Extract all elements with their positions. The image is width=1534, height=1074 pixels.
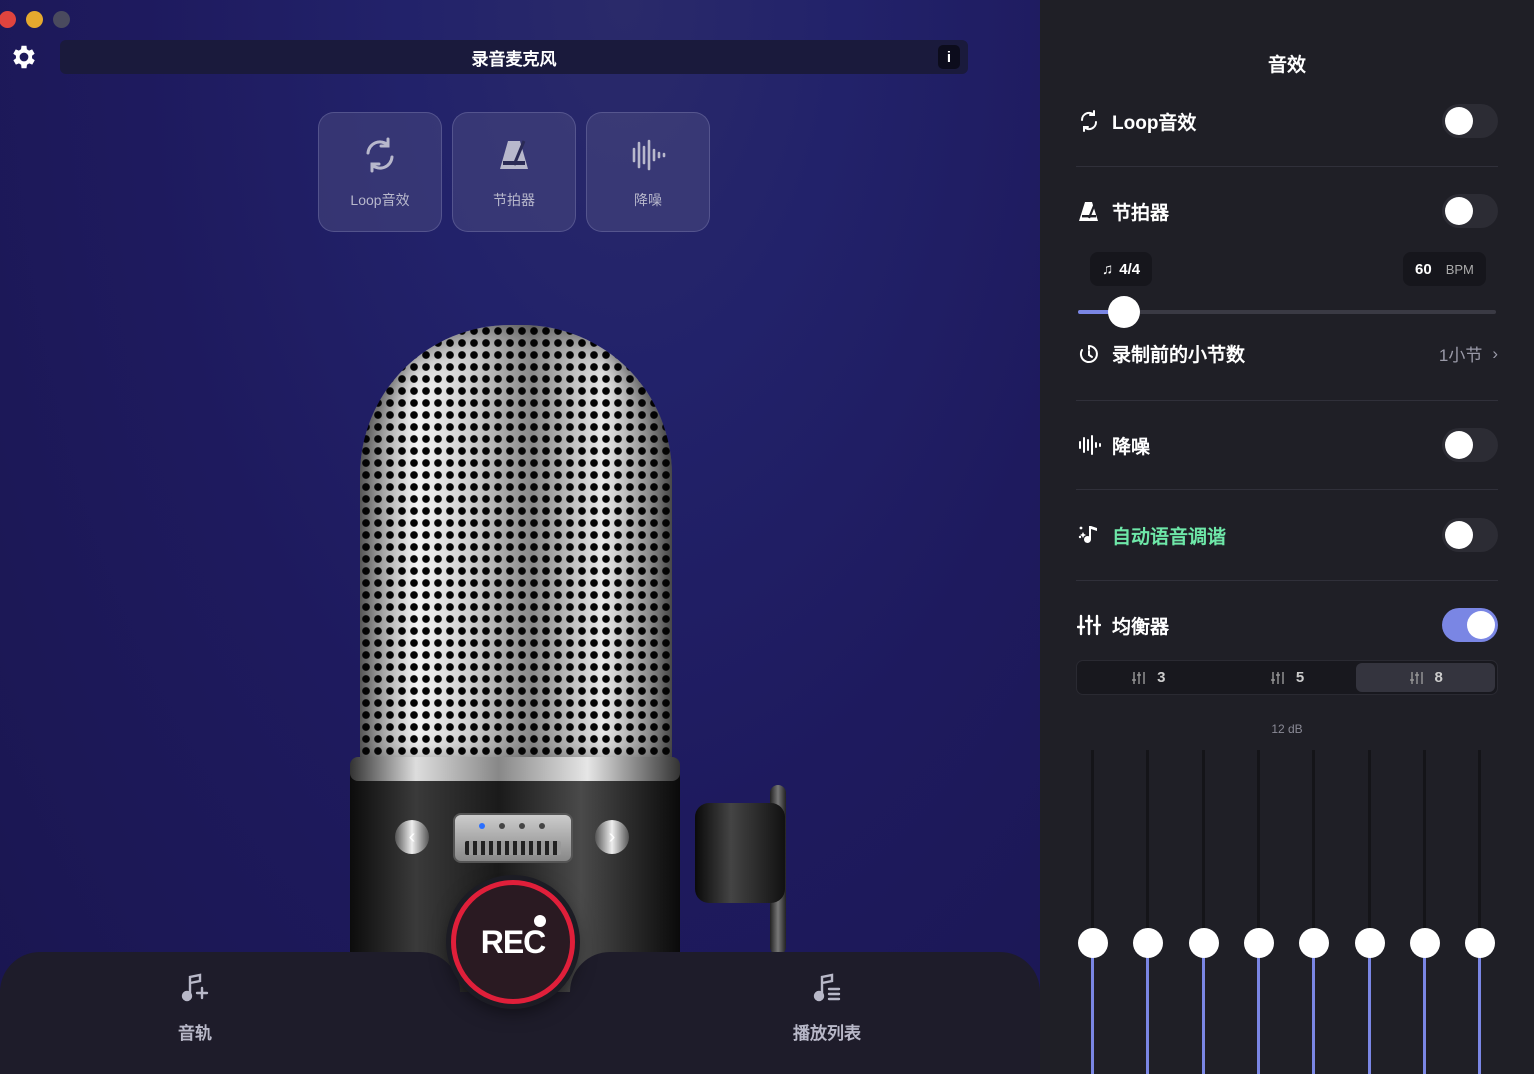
sparkle-note-icon	[1076, 522, 1102, 548]
eq-band-slider-5[interactable]	[1299, 750, 1330, 1074]
loop-label: Loop音效	[1112, 112, 1197, 134]
quick-loop-label: Loop音效	[350, 191, 410, 208]
eq-band-option-3[interactable]: 3	[1079, 663, 1218, 692]
eq-band-slider-2[interactable]	[1133, 750, 1164, 1074]
quick-noise-label: 降噪	[634, 191, 662, 208]
count-in-label: 录制前的小节数	[1112, 345, 1246, 366]
waveform-icon	[628, 135, 668, 178]
chevron-right-icon: ›	[1492, 343, 1498, 363]
mini-sliders-icon	[1270, 671, 1284, 684]
close-window-button[interactable]	[0, 11, 16, 28]
panel-title: 音效	[1267, 55, 1306, 76]
eq-band-slider-4[interactable]	[1243, 750, 1274, 1074]
eq-band-slider-3[interactable]	[1188, 750, 1219, 1074]
window-title: 录音麦克风	[471, 49, 557, 69]
quick-metronome-button[interactable]: 节拍器	[452, 112, 576, 232]
playlist-icon	[812, 972, 842, 1009]
loop-icon	[1076, 108, 1102, 134]
equalizer-toggle[interactable]	[1442, 608, 1498, 642]
window-controls	[0, 11, 70, 28]
eq-band-selector: 3 5 8	[1076, 660, 1498, 695]
music-note-add-icon	[180, 972, 210, 1009]
zoom-window-button[interactable]	[53, 11, 70, 28]
mini-sliders-icon	[1409, 671, 1423, 684]
loop-row: Loop音效	[1076, 104, 1498, 138]
count-in-row[interactable]: 录制前的小节数 1小节 ›	[1076, 340, 1498, 367]
metronome-row: 节拍器	[1076, 194, 1498, 228]
mic-band	[350, 757, 680, 781]
info-button[interactable]: i	[938, 45, 960, 69]
eq-band-option-5[interactable]: 5	[1218, 663, 1357, 692]
autotune-toggle[interactable]	[1442, 518, 1498, 552]
bpm-value: 60	[1415, 260, 1432, 278]
equalizer-sliders	[1078, 750, 1498, 1074]
count-in-value: 1小节	[1438, 346, 1483, 365]
tracks-label: 音轨	[178, 1024, 212, 1043]
title-bar: 录音麦克风 i	[60, 40, 968, 74]
eq-band-thumb[interactable]	[1078, 928, 1108, 959]
time-signature-value: 4/4	[1119, 260, 1141, 278]
noise-toggle[interactable]	[1442, 428, 1498, 462]
sliders-icon	[1076, 612, 1102, 638]
playlist-tab[interactable]: 播放列表	[793, 972, 861, 1044]
metronome-icon	[494, 135, 534, 178]
eq-band-thumb[interactable]	[1243, 928, 1274, 959]
timer-icon	[1076, 341, 1102, 367]
eq-band-slider-7[interactable]	[1409, 750, 1440, 1074]
noise-label: 降噪	[1112, 436, 1151, 458]
quick-effects: Loop音效 节拍器 降噪	[318, 112, 710, 232]
minimize-window-button[interactable]	[26, 11, 43, 28]
metronome-toggle[interactable]	[1442, 194, 1498, 228]
mic-display	[453, 813, 573, 863]
eq-band-thumb[interactable]	[1465, 928, 1496, 959]
next-preset-button[interactable]: ›	[595, 820, 629, 854]
record-button[interactable]: REC	[451, 880, 575, 1004]
equalizer-label: 均衡器	[1112, 616, 1170, 638]
eq-band-slider-8[interactable]	[1465, 750, 1496, 1074]
quick-noise-button[interactable]: 降噪	[586, 112, 710, 232]
autotune-label: 自动语音调谐	[1112, 526, 1227, 548]
mic-grille	[360, 325, 672, 765]
eq-band-thumb[interactable]	[1133, 928, 1164, 959]
equalizer-row: 均衡器	[1076, 608, 1498, 642]
noise-row: 降噪	[1076, 428, 1498, 462]
bpm-unit: BPM	[1445, 261, 1474, 277]
music-note-icon: ♫	[1102, 260, 1114, 278]
main-area: 录音麦克风 i Loop音效 节拍器 降噪 ‹ › 音轨 播放列表 REC	[0, 0, 1040, 1074]
eq-band-slider-1[interactable]	[1078, 750, 1108, 1074]
tempo-slider[interactable]	[1078, 296, 1496, 328]
playlist-label: 播放列表	[793, 1024, 861, 1043]
eq-band-option-8[interactable]: 8	[1356, 663, 1496, 692]
eq-band-thumb[interactable]	[1354, 928, 1385, 959]
mini-sliders-icon	[1132, 671, 1145, 684]
eq-band-thumb[interactable]	[1409, 928, 1440, 959]
quick-loop-button[interactable]: Loop音效	[318, 112, 442, 232]
gear-icon[interactable]	[9, 42, 39, 72]
eq-band-thumb[interactable]	[1299, 928, 1330, 959]
time-signature-selector[interactable]: ♫ 4/4	[1090, 252, 1153, 286]
bpm-display[interactable]: 60 BPM	[1403, 252, 1486, 286]
record-indicator-dot	[534, 915, 546, 927]
waveform-icon	[1076, 432, 1102, 458]
loop-icon	[360, 135, 400, 178]
autotune-row: 自动语音调谐	[1076, 518, 1498, 552]
record-label: REC	[480, 923, 547, 960]
effects-panel: 音效 Loop音效 节拍器 ♫ 4/4 60 BPM 录制前的小节数 1小节 ›…	[1040, 0, 1534, 1074]
loop-toggle[interactable]	[1442, 104, 1498, 138]
tempo-slider-thumb[interactable]	[1107, 296, 1140, 328]
metronome-icon	[1076, 198, 1102, 224]
metronome-label: 节拍器	[1112, 202, 1170, 224]
eq-band-thumb[interactable]	[1188, 928, 1219, 959]
preset-indicator-dots	[479, 823, 545, 829]
mic-knob	[695, 803, 785, 903]
tracks-tab[interactable]: 音轨	[178, 972, 212, 1044]
eq-db-label: 12 dB	[1271, 722, 1303, 736]
previous-preset-button[interactable]: ‹	[395, 820, 429, 854]
app-window: 录音麦克风 i Loop音效 节拍器 降噪 ‹ › 音轨 播放列表 REC 音效…	[0, 0, 1534, 1074]
eq-band-slider-6[interactable]	[1354, 750, 1385, 1074]
quick-metronome-label: 节拍器	[493, 191, 535, 208]
